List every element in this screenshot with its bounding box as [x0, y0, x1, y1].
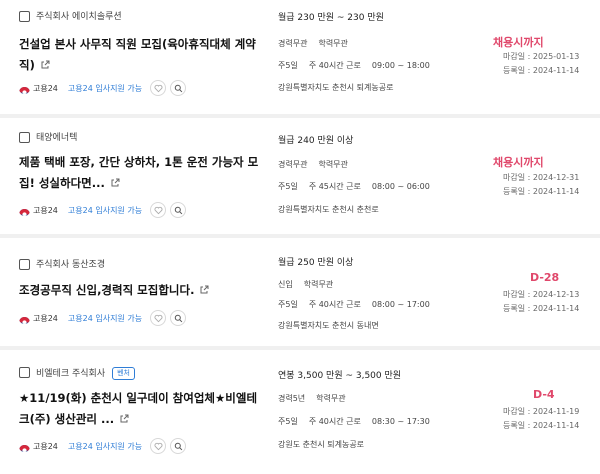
favorite-button[interactable]: [150, 438, 167, 454]
qualifications: 신입 학력무관: [278, 280, 334, 289]
heart-icon: [154, 206, 163, 214]
deadline-label: 채용시까지: [493, 36, 544, 49]
work-conditions: 주5일 주 40시간 근로 09:00 ~ 18:00: [278, 61, 430, 70]
favorite-button[interactable]: [150, 310, 167, 326]
goyong24-logo: [19, 205, 30, 216]
listing-dates: 마감일 : 2025-01-13 등록일 : 2024-11-14: [503, 52, 580, 75]
salary: 월급 230 만원 ~ 230 만원: [278, 13, 384, 23]
external-link-icon[interactable]: [199, 281, 209, 302]
heart-icon: [154, 442, 163, 450]
external-link-icon[interactable]: [110, 174, 120, 195]
heart-icon: [154, 314, 163, 322]
job-title[interactable]: 제품 택배 포장, 간단 상하차, 1톤 운전 가능자 모 집! 성실하다면..…: [19, 152, 259, 195]
favorite-button[interactable]: [150, 202, 167, 218]
deadline-label: D-28: [530, 271, 560, 284]
select-checkbox[interactable]: [19, 259, 30, 270]
salary: 월급 240 만원 이상: [278, 136, 354, 146]
qualifications: 경력무관 학력무관: [278, 160, 348, 169]
company-name[interactable]: 비엘테크 주식회사 벤처: [36, 367, 135, 380]
listing-dates: 마감일 : 2024-12-13 등록일 : 2024-11-14: [503, 290, 580, 313]
apply-row: 고용24 고용24 입사지원 가능: [19, 202, 187, 218]
deadline-label: 채용시까지: [493, 156, 544, 169]
favorite-button[interactable]: [150, 80, 167, 96]
qualifications: 경력무관 학력무관: [278, 39, 348, 48]
select-checkbox[interactable]: [19, 11, 30, 22]
apply-row: 고용24 고용24 입사지원 가능: [19, 438, 187, 454]
job-title[interactable]: 조경공무직 신입,경력직 모집합니다.: [19, 280, 259, 302]
salary: 월급 250 만원 이상: [278, 258, 354, 268]
job-listing-card[interactable]: 태양에너텍 제품 택배 포장, 간단 상하차, 1톤 운전 가능자 모 집! 성…: [0, 118, 600, 236]
job-listing-card[interactable]: 비엘테크 주식회사 벤처 ★11/19(화) 춘천시 일구데이 참여업체★비엘테 …: [0, 350, 600, 468]
select-checkbox[interactable]: [19, 132, 30, 143]
job-listing-card[interactable]: 주식회사 동산조경 조경공무직 신입,경력직 모집합니다. 고용24 고용24 …: [0, 238, 600, 356]
brand-name: 고용24: [33, 313, 58, 323]
location: 강원특별자치도 춘천시 춘천로: [278, 205, 379, 214]
search-button[interactable]: [170, 80, 187, 96]
job-title[interactable]: 건설업 본사 사무직 직원 모집(육아휴직대체 계약 직): [19, 34, 259, 77]
qualifications: 경력5년 학력무관: [278, 394, 346, 403]
deadline-label: D-4: [533, 388, 555, 401]
salary: 연봉 3,500 만원 ~ 3,500 만원: [278, 371, 402, 381]
search-button[interactable]: [170, 438, 187, 454]
work-conditions: 주5일 주 40시간 근로 08:00 ~ 17:00: [278, 300, 430, 309]
work-conditions: 주5일 주 45시간 근로 08:00 ~ 06:00: [278, 182, 430, 191]
work-conditions: 주5일 주 40시간 근로 08:30 ~ 17:30: [278, 417, 430, 426]
job-title[interactable]: ★11/19(화) 춘천시 일구데이 참여업체★비엘테 크(주) 생산관리 ..…: [19, 388, 259, 431]
search-button[interactable]: [170, 202, 187, 218]
external-link-icon[interactable]: [119, 410, 129, 431]
search-icon: [174, 314, 182, 322]
brand-name: 고용24: [33, 83, 58, 93]
brand-name: 고용24: [33, 441, 58, 451]
select-checkbox[interactable]: [19, 367, 30, 378]
apply-support-link[interactable]: 고용24 입사지원 가능: [68, 205, 142, 216]
apply-support-link[interactable]: 고용24 입사지원 가능: [68, 313, 142, 324]
venture-badge: 벤처: [112, 367, 135, 380]
apply-support-link[interactable]: 고용24 입사지원 가능: [68, 441, 142, 452]
search-button[interactable]: [170, 310, 187, 326]
apply-row: 고용24 고용24 입사지원 가능: [19, 80, 187, 96]
company-name[interactable]: 주식회사 동산조경: [36, 259, 105, 271]
listing-dates: 마감일 : 2024-12-31 등록일 : 2024-11-14: [503, 173, 580, 196]
company-name[interactable]: 태양에너텍: [36, 132, 77, 144]
goyong24-logo: [19, 313, 30, 324]
apply-support-link[interactable]: 고용24 입사지원 가능: [68, 83, 142, 94]
brand-name: 고용24: [33, 205, 58, 215]
goyong24-logo: [19, 83, 30, 94]
location: 강원도 춘천시 퇴계농공로: [278, 440, 365, 449]
search-icon: [174, 442, 182, 450]
location: 강원특별자치도 춘천시 동내면: [278, 321, 379, 330]
listing-dates: 마감일 : 2024-11-19 등록일 : 2024-11-14: [503, 407, 580, 430]
job-listing-card[interactable]: 주식회사 에이치솔루션 건설업 본사 사무직 직원 모집(육아휴직대체 계약 직…: [0, 0, 600, 118]
company-name[interactable]: 주식회사 에이치솔루션: [36, 11, 122, 23]
heart-icon: [154, 84, 163, 92]
external-link-icon[interactable]: [40, 56, 50, 77]
apply-row: 고용24 고용24 입사지원 가능: [19, 310, 187, 326]
location: 강원특별자치도 춘천시 퇴계농공로: [278, 83, 394, 92]
search-icon: [174, 84, 182, 92]
search-icon: [174, 206, 182, 214]
goyong24-logo: [19, 441, 30, 452]
